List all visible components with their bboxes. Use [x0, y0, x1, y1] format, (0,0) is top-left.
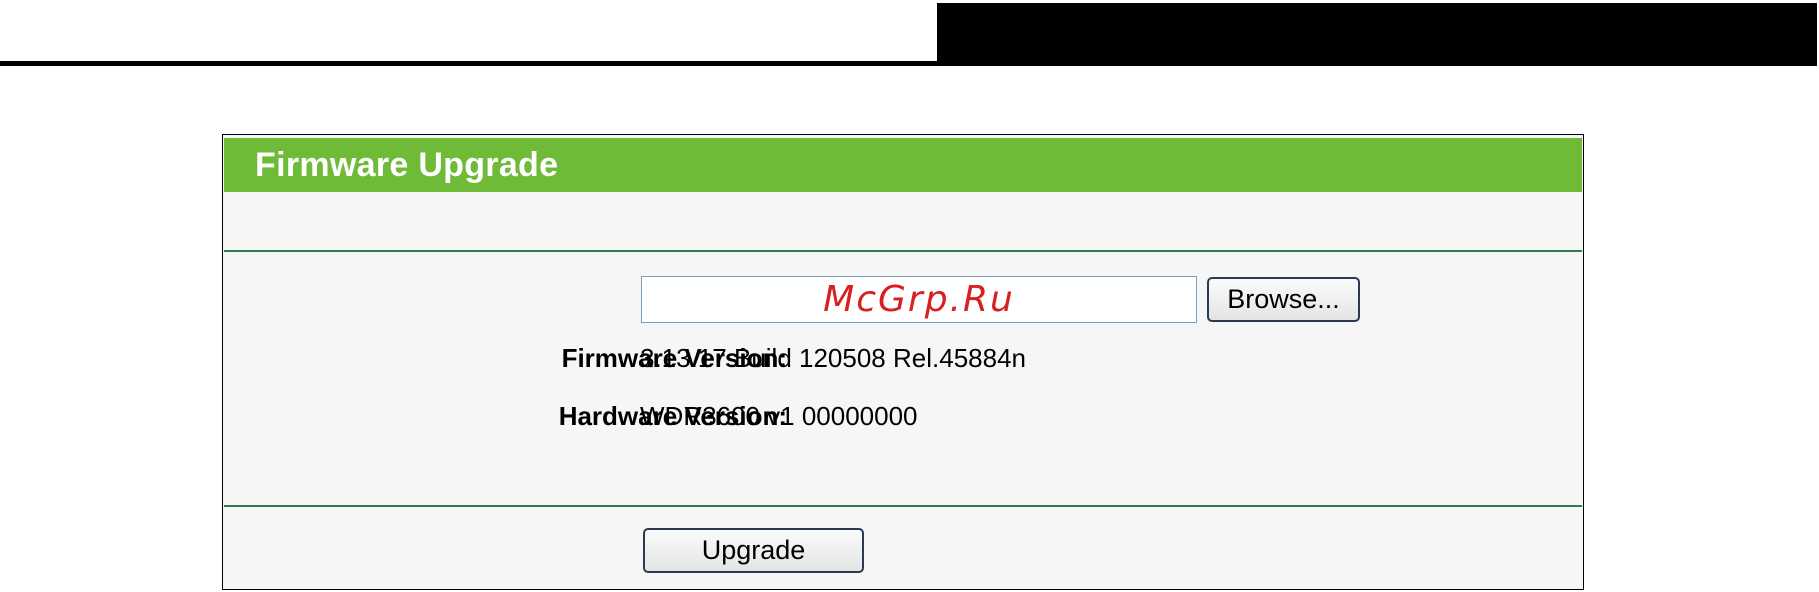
header-bar	[937, 3, 1817, 66]
browse-button[interactable]: Browse...	[1207, 277, 1360, 322]
hardware-version-value: WDR3600 v1 00000000	[640, 401, 918, 431]
divider-bottom	[224, 505, 1582, 507]
file-input[interactable]: McGrp.Ru	[641, 276, 1197, 323]
watermark-text: McGrp.Ru	[823, 279, 1015, 320]
divider-top	[224, 250, 1582, 252]
firmware-upgrade-panel: Firmware Upgrade File: McGrp.Ru Browse..…	[222, 134, 1584, 590]
firmware-version-value: 3.13.17 Build 120508 Rel.45884n	[640, 343, 1026, 373]
page: Firmware Upgrade File: McGrp.Ru Browse..…	[0, 0, 1819, 592]
panel-title: Firmware Upgrade	[224, 138, 1582, 192]
upgrade-button[interactable]: Upgrade	[643, 528, 864, 573]
header-rule	[0, 61, 938, 66]
